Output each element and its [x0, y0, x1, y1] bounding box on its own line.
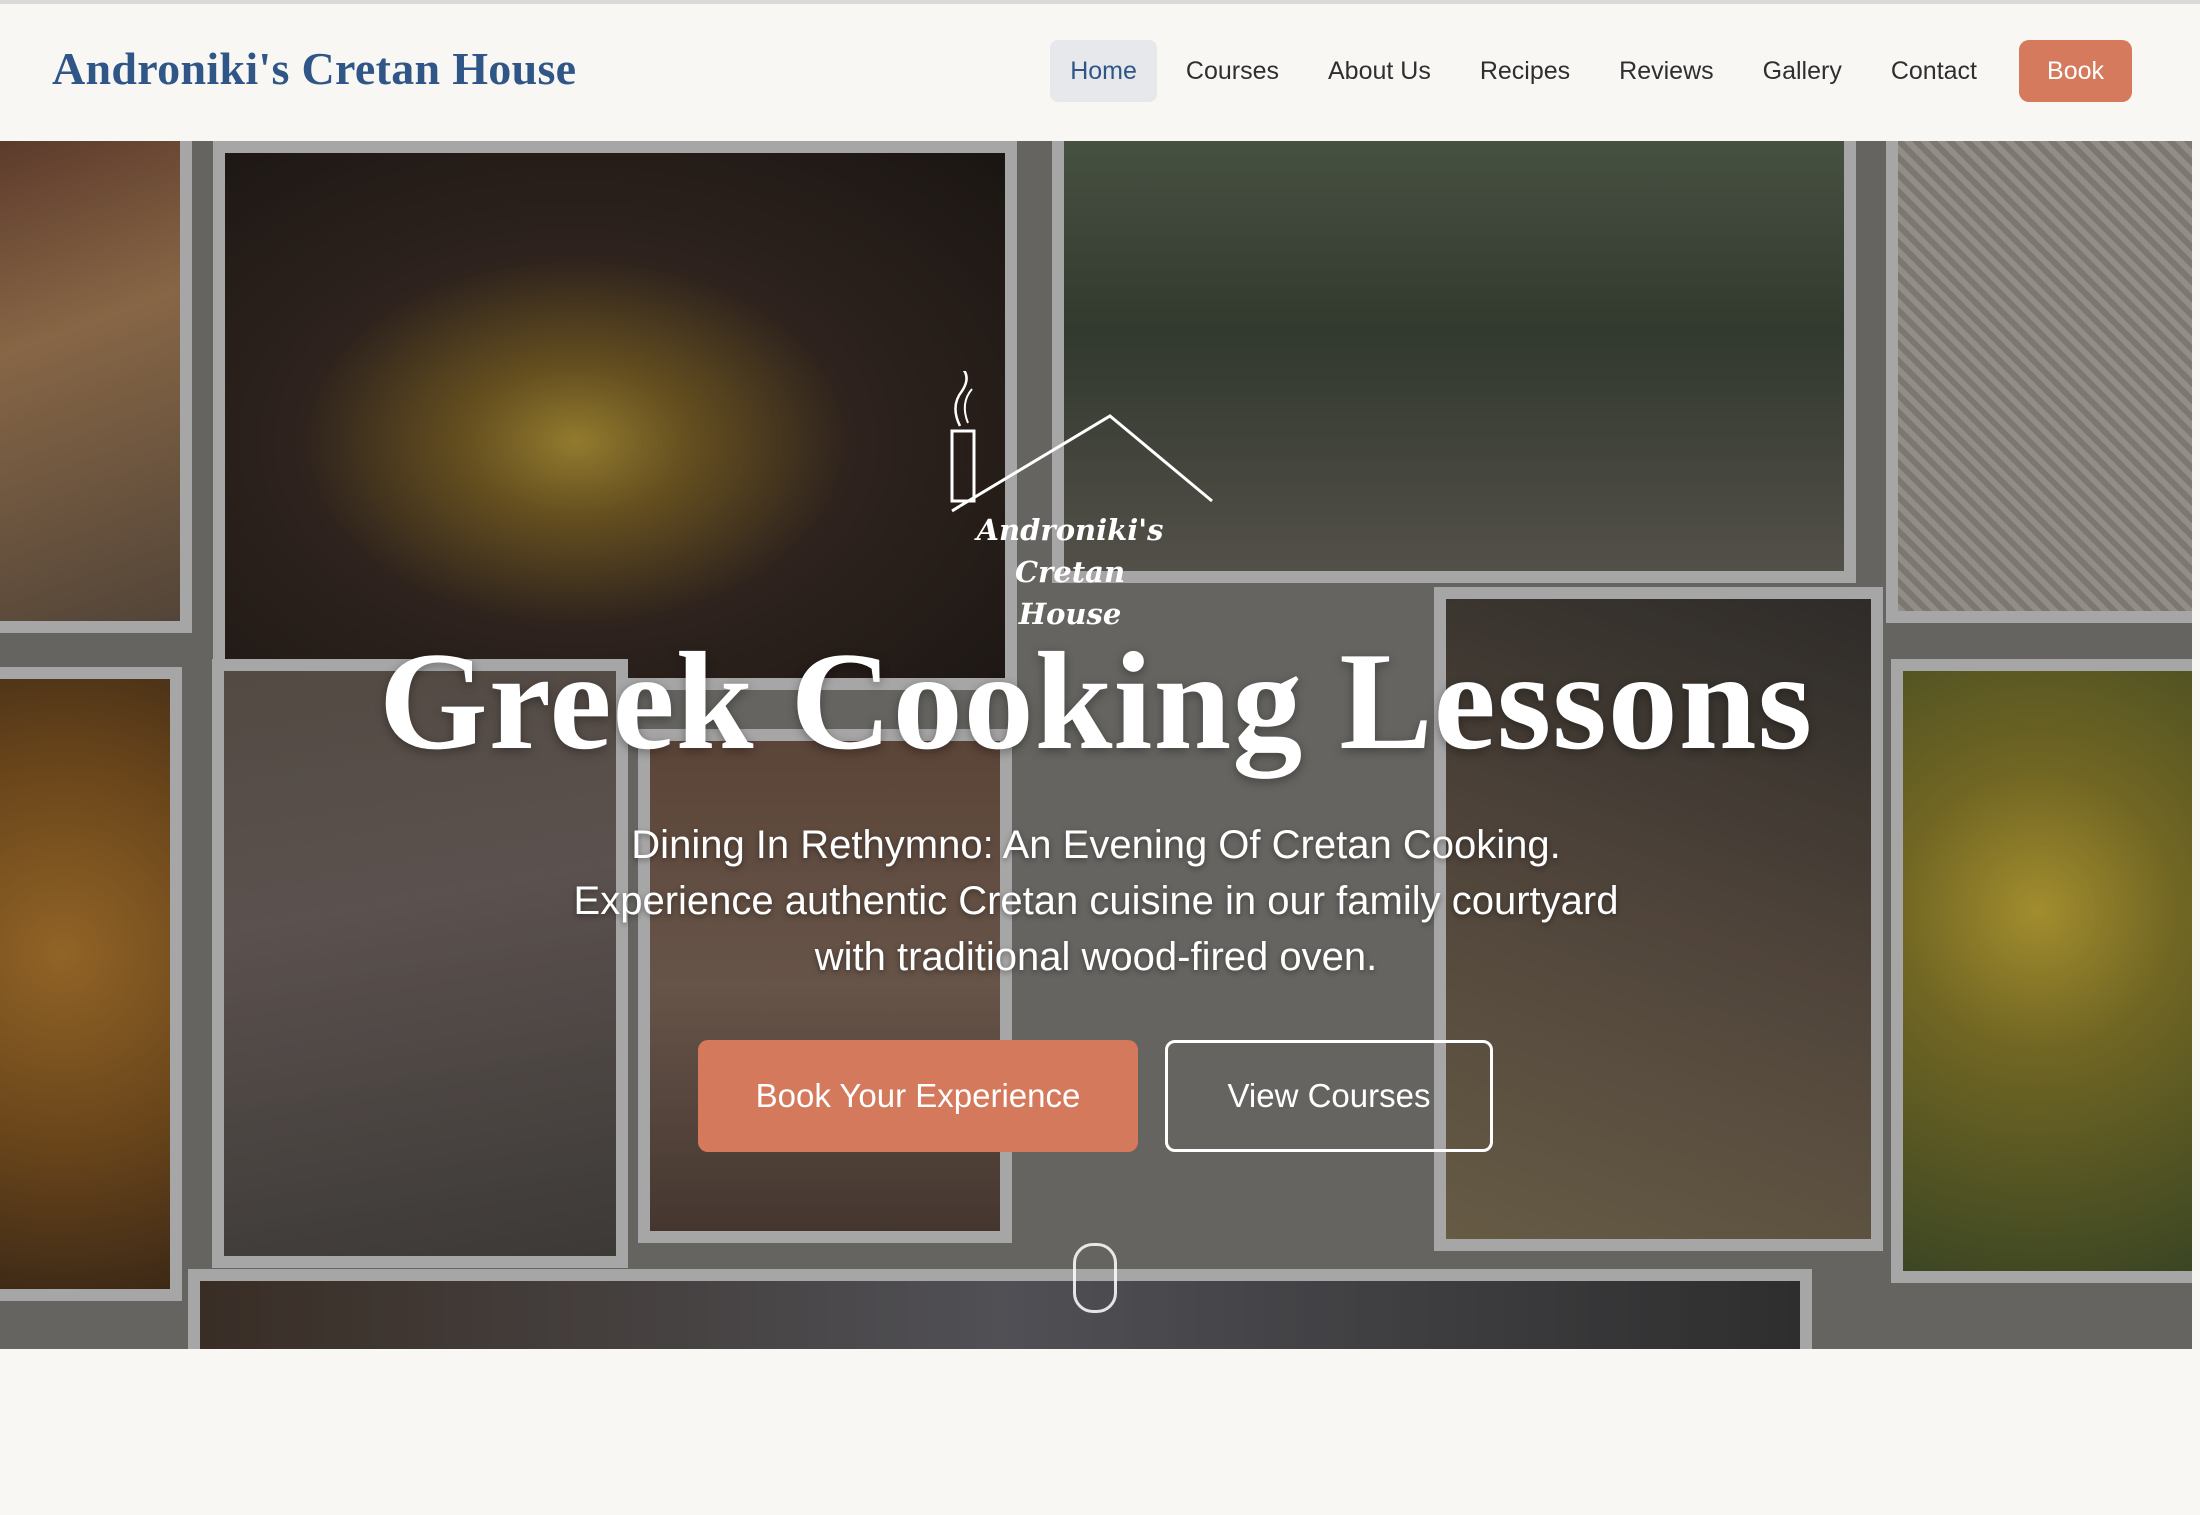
navbar: Androniki's Cretan House Home Courses Ab…	[0, 4, 2192, 141]
brand-logo-text[interactable]: Androniki's Cretan House	[52, 42, 576, 95]
logo-line-1: Androniki's Cretan	[976, 513, 1164, 589]
hero-section: Androniki's Cretan House Greek Cooking L…	[0, 141, 2192, 1349]
subtitle-line-1: Dining In Rethymno: An Evening Of Cretan…	[631, 823, 1561, 867]
subtitle-line-3: with traditional wood-fired oven.	[814, 935, 1378, 979]
nav-item-courses[interactable]: Courses	[1166, 40, 1299, 102]
logo-caption: Androniki's Cretan House	[920, 509, 1220, 635]
nav-item-contact[interactable]: Contact	[1871, 40, 1997, 102]
main-menu: Home Courses About Us Recipes Reviews Ga…	[1041, 40, 2132, 102]
nav-item-home[interactable]: Home	[1050, 40, 1157, 102]
book-experience-button[interactable]: Book Your Experience	[698, 1040, 1138, 1152]
subtitle-line-2: Experience authentic Cretan cuisine in o…	[573, 879, 1619, 923]
nav-item-recipes[interactable]: Recipes	[1460, 40, 1590, 102]
book-button[interactable]: Book	[2019, 40, 2132, 102]
view-courses-button[interactable]: View Courses	[1165, 1040, 1493, 1152]
nav-item-gallery[interactable]: Gallery	[1743, 40, 1862, 102]
house-logo: Androniki's Cretan House	[920, 365, 1220, 631]
nav-item-reviews[interactable]: Reviews	[1599, 40, 1733, 102]
hero-subtitle: Dining In Rethymno: An Evening Of Cretan…	[396, 817, 1796, 985]
hero-headline: Greek Cooking Lessons	[378, 624, 1814, 779]
scroll-indicator-icon[interactable]	[1073, 1243, 1117, 1313]
nav-item-about-us[interactable]: About Us	[1308, 40, 1451, 102]
